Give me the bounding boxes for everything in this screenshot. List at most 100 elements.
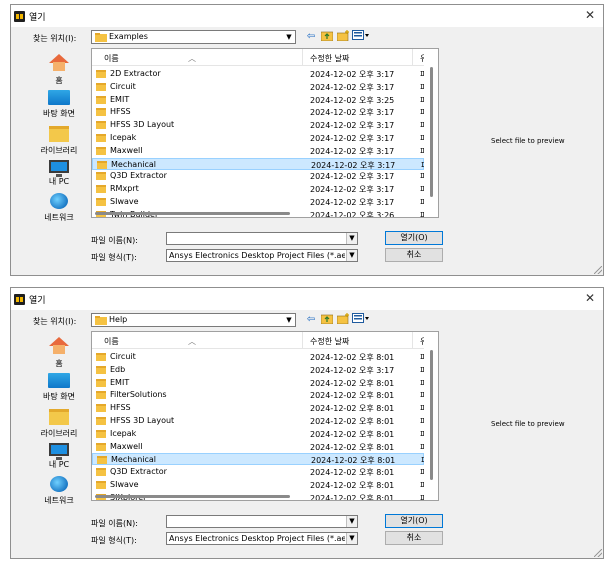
resize-grip[interactable] — [594, 549, 602, 557]
back-icon[interactable]: ⇦ — [304, 30, 318, 44]
list-item[interactable]: 2D Extractor2024-12-02 오후 3:17파일 폴더 — [92, 68, 438, 80]
folder-icon — [96, 391, 106, 400]
look-in-value: Examples — [109, 32, 148, 41]
vertical-scrollbar[interactable] — [424, 49, 438, 217]
column-header-name[interactable]: 이름 — [104, 53, 119, 64]
vertical-scrollbar[interactable] — [424, 332, 438, 500]
folder-icon — [96, 442, 106, 451]
place-desktop[interactable]: 바탕 화면 — [29, 90, 89, 119]
view-menu-icon[interactable] — [352, 30, 370, 44]
places-bar: 홈 바탕 화면 라이브러리 내 PC 네트워크 — [29, 333, 89, 506]
horizontal-scrollbar[interactable] — [92, 493, 424, 500]
item-date: 2024-12-02 오후 3:17 — [310, 146, 395, 156]
chevron-down-icon[interactable]: ▼ — [346, 233, 357, 244]
folder-icon — [97, 456, 107, 465]
folder-icon — [96, 417, 106, 425]
file-list[interactable]: 이름 ︿ 수정한 날짜 유형 2D Extractor 2024-12-02 오후… — [91, 48, 439, 218]
folder-icon — [96, 481, 106, 489]
list-item[interactable]: Circuit2024-12-02 오후 8:01파일 폴더 — [92, 351, 438, 363]
item-name: HFSS 3D Layout — [110, 120, 175, 130]
list-item[interactable]: Mechanical2024-12-02 오후 3:17파일 폴더 — [92, 157, 438, 170]
column-header-name[interactable]: 이름 — [104, 336, 119, 347]
open-button[interactable]: 열기(O) — [385, 231, 443, 245]
place-desktop[interactable]: 바탕 화면 — [29, 373, 89, 402]
place-pc[interactable]: 내 PC — [29, 443, 89, 470]
column-header-date[interactable]: 수정한 날짜 — [310, 53, 349, 64]
vertical-scroll-thumb[interactable] — [430, 350, 433, 480]
item-name: Edb — [110, 364, 126, 374]
list-item[interactable]: Q3D Extractor2024-12-02 오후 3:17파일 폴더 — [92, 170, 438, 182]
list-item[interactable]: Maxwell2024-12-02 오후 3:17파일 폴더 — [92, 145, 438, 157]
look-in-combo[interactable]: Help ▼ — [91, 313, 296, 327]
item-date: 2024-12-02 오후 3:25 — [310, 95, 395, 105]
column-header-date[interactable]: 수정한 날짜 — [310, 336, 349, 347]
horizontal-scrollbar[interactable] — [92, 210, 424, 217]
list-item[interactable]: HFSS 3D Layout2024-12-02 오후 3:17파일 폴더 — [92, 119, 438, 131]
list-item[interactable]: HFSS2024-12-02 오후 3:17파일 폴더 — [92, 106, 438, 118]
file-list-header: 이름 ︿ 수정한 날짜 유형 — [92, 49, 438, 66]
list-item[interactable]: Q3D Extractor2024-12-02 오후 8:01파일 폴더 — [92, 466, 438, 478]
list-item[interactable]: EMIT2024-12-02 오후 3:25파일 폴더 — [92, 94, 438, 106]
item-date: 2024-12-02 오후 3:17 — [310, 198, 395, 207]
view-menu-icon[interactable] — [352, 313, 370, 327]
folder-icon — [95, 316, 107, 325]
list-item[interactable]: Circuit2024-12-02 오후 3:17파일 폴더 — [92, 81, 438, 93]
list-item[interactable]: Edb2024-12-02 오후 3:17파일 폴더 — [92, 364, 438, 376]
list-item[interactable]: HFSS2024-12-02 오후 8:01파일 폴더 — [92, 402, 438, 414]
horizontal-scroll-thumb[interactable] — [95, 212, 290, 215]
place-library[interactable]: 라이브러리 — [29, 409, 89, 439]
look-in-value: Help — [109, 315, 128, 324]
up-folder-icon[interactable] — [320, 313, 334, 327]
cancel-button[interactable]: 취소 — [385, 248, 443, 262]
close-button[interactable]: ✕ — [579, 289, 601, 307]
chevron-down-icon[interactable]: ▼ — [346, 533, 357, 544]
item-name: HFSS — [110, 107, 131, 117]
place-home[interactable]: 홈 — [29, 54, 89, 86]
look-in-combo[interactable]: Examples ▼ — [91, 30, 296, 44]
place-network[interactable]: 네트워크 — [29, 193, 89, 223]
chevron-down-icon[interactable]: ▼ — [283, 31, 295, 43]
list-item[interactable]: EMIT2024-12-02 오후 8:01파일 폴더 — [92, 377, 438, 389]
folder-icon — [96, 108, 106, 117]
list-item[interactable]: HFSS 3D Layout2024-12-02 오후 8:01파일 폴더 — [92, 415, 438, 427]
list-item[interactable]: SIwave2024-12-02 오후 8:01파일 폴더 — [92, 479, 438, 491]
open-button[interactable]: 열기(O) — [385, 514, 443, 528]
vertical-scroll-thumb[interactable] — [430, 67, 433, 197]
list-item[interactable]: Mechanical2024-12-02 오후 8:01파일 폴더 — [92, 453, 438, 466]
look-in-label: 찾는 위치(I): — [33, 317, 77, 326]
folder-icon — [96, 172, 106, 181]
place-library[interactable]: 라이브러리 — [29, 126, 89, 156]
close-button[interactable]: ✕ — [579, 6, 601, 24]
file-name-combo[interactable]: ▼ — [166, 232, 358, 245]
item-name: RMxprt — [110, 184, 139, 194]
up-folder-icon[interactable] — [320, 30, 334, 44]
list-item[interactable]: RMxprt2024-12-02 오후 3:17파일 폴더 — [92, 183, 438, 195]
new-folder-icon[interactable] — [336, 313, 350, 327]
place-network[interactable]: 네트워크 — [29, 476, 89, 506]
file-type-select[interactable]: Ansys Electronics Desktop Project Files … — [166, 532, 358, 545]
place-pc[interactable]: 내 PC — [29, 160, 89, 187]
file-type-select[interactable]: Ansys Electronics Desktop Project Files … — [166, 249, 358, 262]
chevron-down-icon[interactable]: ▼ — [346, 516, 357, 527]
chevron-down-icon[interactable]: ▼ — [283, 314, 295, 326]
item-date: 2024-12-02 오후 8:01 — [310, 378, 395, 388]
list-item[interactable]: FilterSolutions2024-12-02 오후 8:01파일 폴더 — [92, 389, 438, 401]
list-item[interactable]: Maxwell2024-12-02 오후 8:01파일 폴더 — [92, 441, 438, 453]
open-file-dialog: 열기 ✕ 찾는 위치(I): Examples ▼ ⇦ 홈 바탕 화면 라이브러… — [10, 4, 604, 276]
file-name-combo[interactable]: ▼ — [166, 515, 358, 528]
place-network-label: 네트워크 — [44, 496, 74, 505]
place-home[interactable]: 홈 — [29, 337, 89, 369]
resize-grip[interactable] — [594, 266, 602, 274]
back-icon[interactable]: ⇦ — [304, 313, 318, 327]
horizontal-scroll-thumb[interactable] — [95, 495, 290, 498]
item-name: Q3D Extractor — [110, 467, 167, 477]
new-folder-icon[interactable] — [336, 30, 350, 44]
sort-up-icon: ︿ — [188, 337, 196, 346]
chevron-down-icon[interactable]: ▼ — [346, 250, 357, 261]
file-list[interactable]: 이름 ︿ 수정한 날짜 유형 Circuit 2024-12-02 오후 8:01… — [91, 331, 439, 501]
list-item[interactable]: Icepak2024-12-02 오후 3:17파일 폴더 — [92, 132, 438, 144]
list-item[interactable]: SIwave2024-12-02 오후 3:17파일 폴더 — [92, 196, 438, 208]
cancel-button[interactable]: 취소 — [385, 531, 443, 545]
list-item[interactable]: Icepak2024-12-02 오후 8:01파일 폴더 — [92, 428, 438, 440]
dialog-title: 열기 — [29, 13, 46, 23]
